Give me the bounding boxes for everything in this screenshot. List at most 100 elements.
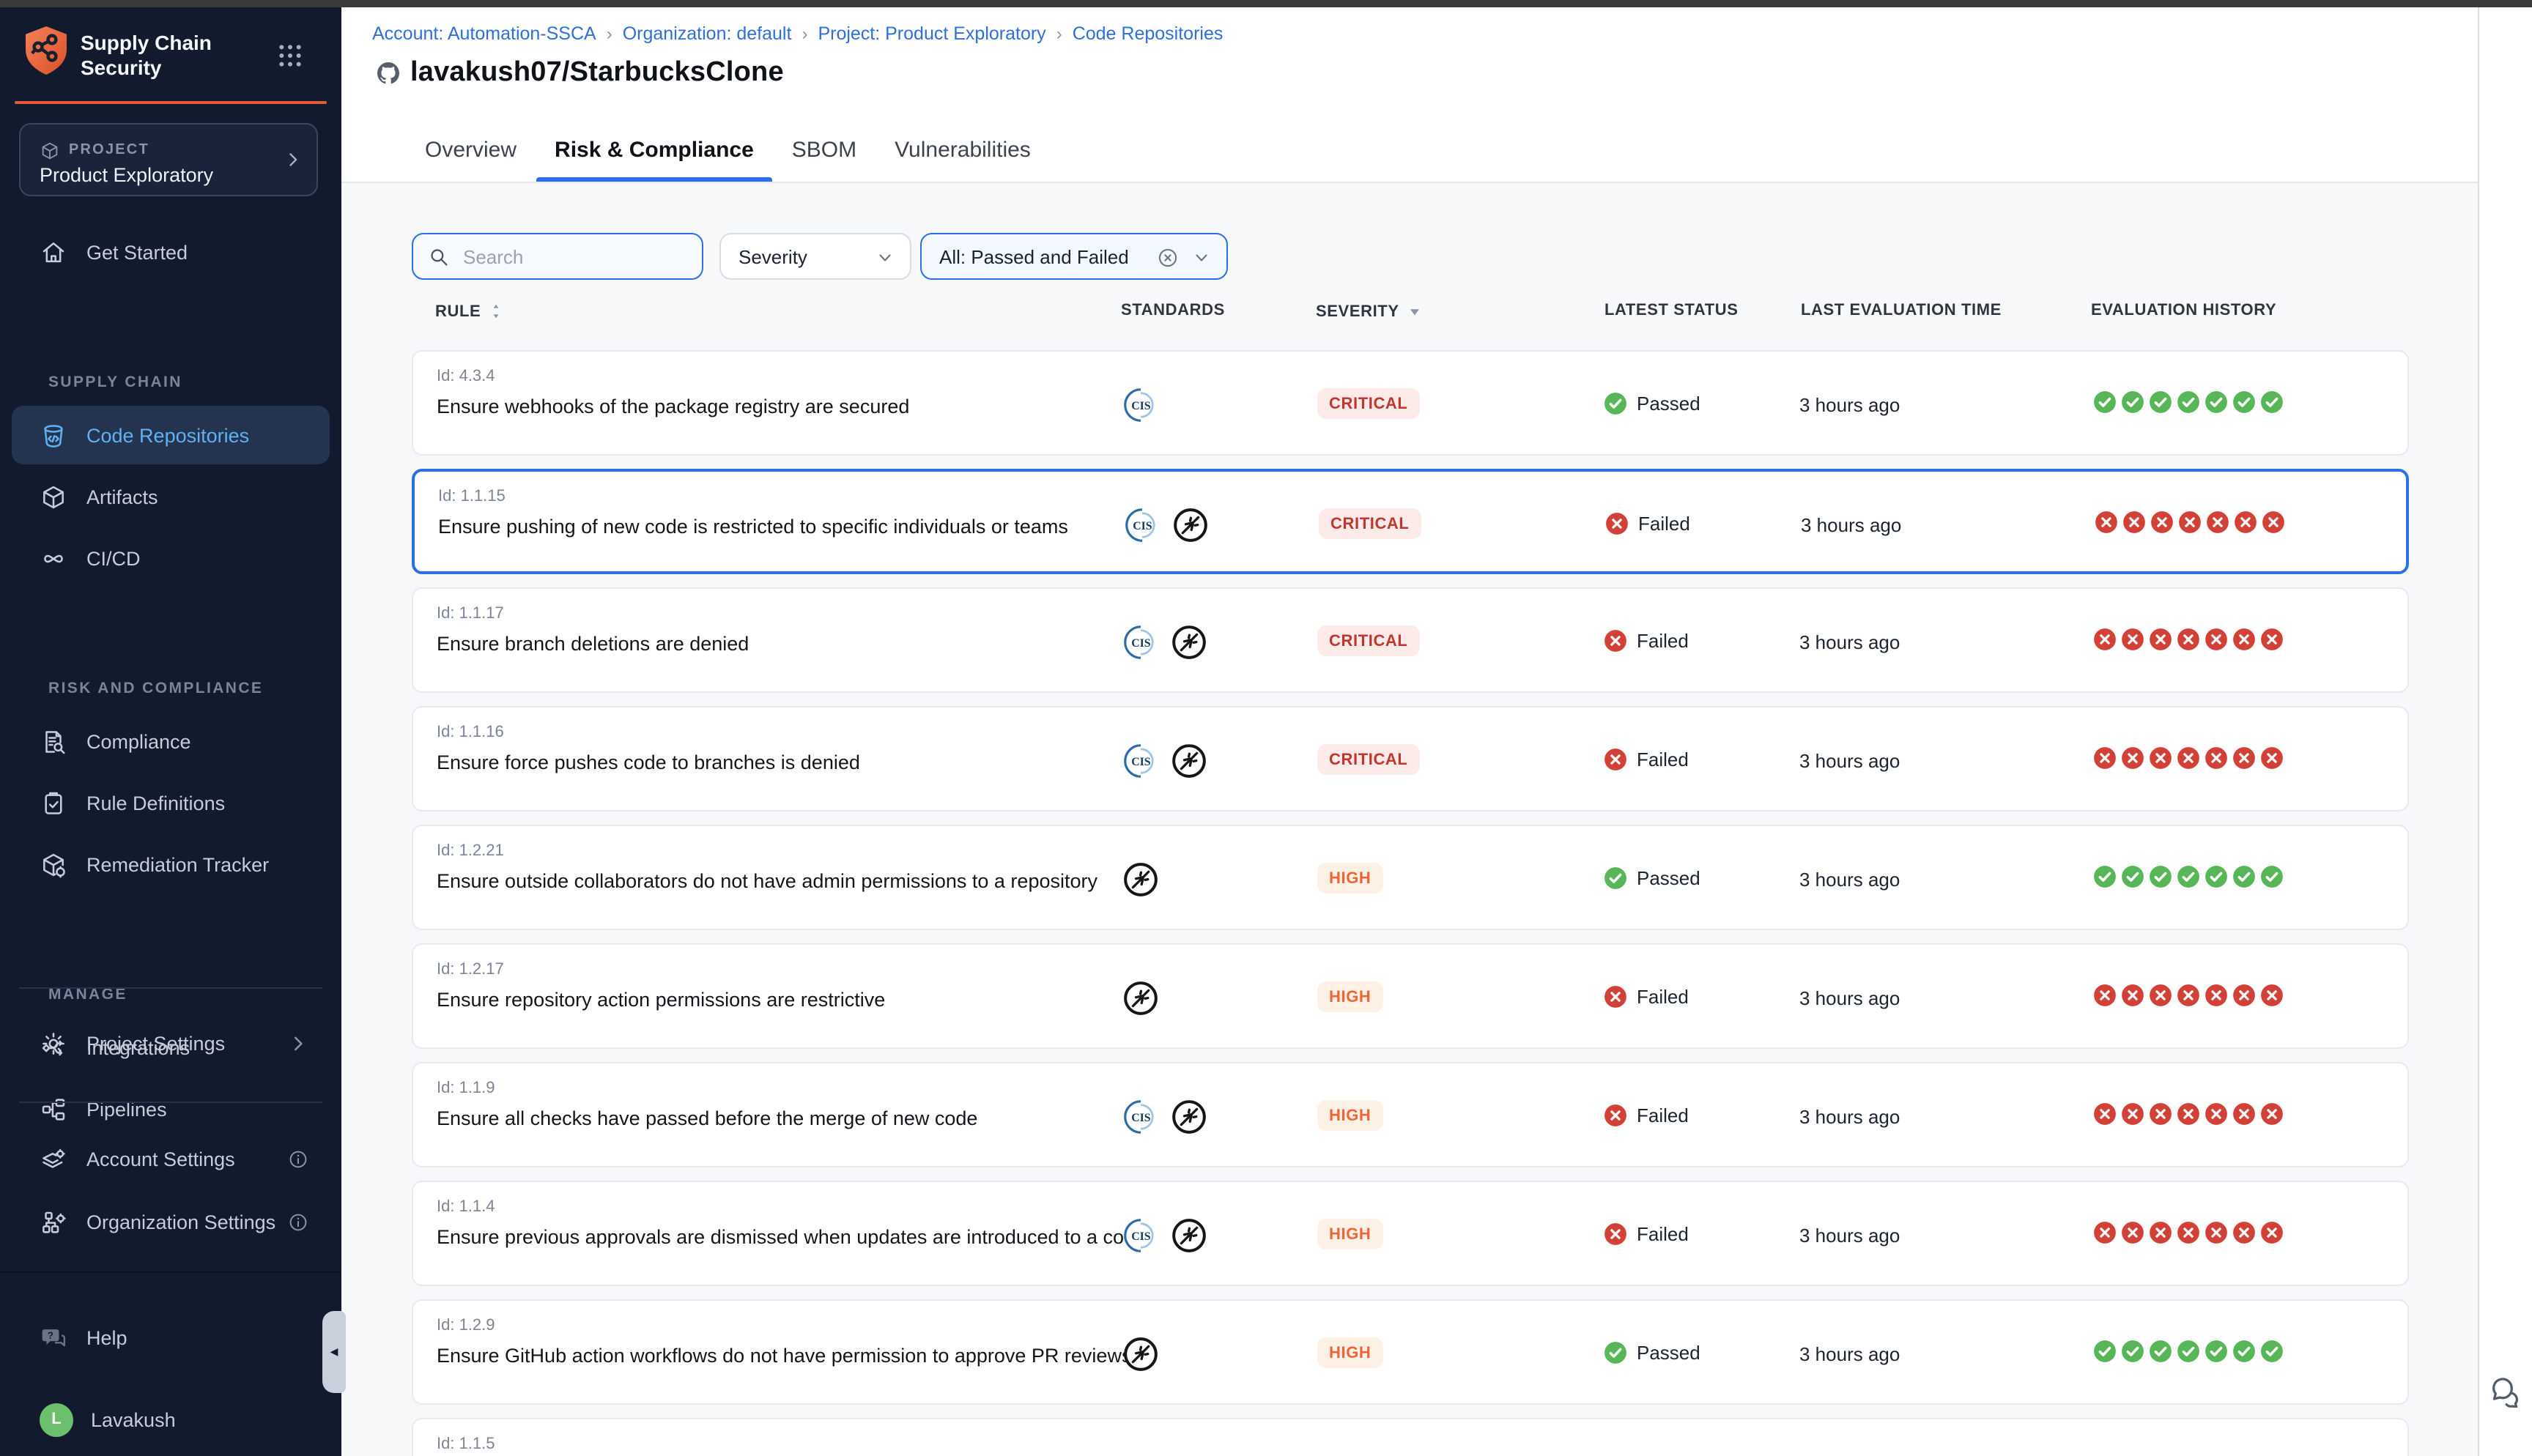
cis-standard-icon: CIS — [1122, 1217, 1159, 1253]
clear-filter-icon[interactable] — [1156, 246, 1180, 270]
table-row[interactable]: Id: 1.1.9Ensure all checks have passed b… — [412, 1062, 2409, 1167]
column-header-latest-status[interactable]: LATEST STATUS — [1604, 302, 1739, 319]
status-text: Passed — [1637, 867, 1700, 889]
table-row[interactable]: Id: 1.1.15Ensure pushing of new code is … — [412, 469, 2409, 574]
sidebar-item-rule-definitions[interactable]: Rule Definitions — [12, 773, 330, 832]
sidebar-item-project-settings[interactable]: Project Settings — [12, 1014, 330, 1072]
info-icon[interactable] — [287, 1211, 309, 1233]
sidebar-item-ci-cd[interactable]: CI/CD — [12, 529, 330, 587]
svg-text:CIS: CIS — [1133, 519, 1152, 532]
sort-desc-icon[interactable] — [1405, 302, 1424, 321]
sidebar-section-label: SUPPLY CHAIN — [48, 374, 182, 391]
project-selector[interactable]: PROJECT Product Exploratory — [19, 123, 318, 196]
evaluation-pass-icon — [2120, 864, 2145, 889]
tab-vulnerabilities[interactable]: Vulnerabilities — [876, 117, 1050, 182]
tab-risk-compliance[interactable]: Risk & Compliance — [536, 117, 773, 182]
table-row[interactable]: Id: 1.2.9Ensure GitHub action workflows … — [412, 1299, 2409, 1405]
evaluation-fail-icon — [2092, 627, 2117, 652]
sidebar-collapse-handle[interactable]: ◀ — [322, 1311, 346, 1393]
org-gear-icon — [40, 1208, 67, 1236]
table-header: RULE STANDARDS SEVERITY LATEST STATUS LAST E… — [412, 302, 2409, 325]
search-box[interactable] — [412, 233, 703, 280]
evaluation-pass-icon — [2148, 390, 2173, 415]
status-cell: Passed — [1603, 391, 1700, 416]
owasp-standard-icon — [1171, 1098, 1207, 1134]
tab-overview[interactable]: Overview — [406, 117, 536, 182]
sidebar-item-label: Project Settings — [86, 1032, 225, 1054]
table-row[interactable]: Id: 1.1.4Ensure previous approvals are d… — [412, 1181, 2409, 1286]
evaluation-fail-icon — [2148, 1102, 2173, 1126]
chat-support-icon[interactable] — [2488, 1374, 2522, 1408]
table-row[interactable]: Id: 4.3.4 Ensure webhooks of the package … — [412, 350, 2409, 456]
table-row[interactable]: Id: 1.2.21Ensure outside collaborators d… — [412, 825, 2409, 930]
rule-id: Id: 1.2.9 — [437, 1317, 495, 1334]
chevron-down-icon — [1193, 249, 1210, 267]
info-icon[interactable] — [287, 1148, 309, 1170]
breadcrumb-link[interactable]: Organization: default — [623, 23, 792, 44]
sidebar-item-user[interactable]: L Lavakush — [12, 1390, 330, 1449]
breadcrumb-link[interactable]: Account: Automation-SSCA — [372, 23, 596, 44]
column-header-standards[interactable]: STANDARDS — [1121, 302, 1225, 319]
severity-filter-dropdown[interactable]: Severity — [719, 233, 911, 280]
sidebar-item-organization-settings[interactable]: Organization Settings — [12, 1192, 330, 1251]
sidebar-divider — [19, 987, 322, 989]
rule-name: Ensure webhooks of the package registry … — [437, 395, 909, 417]
table-row[interactable]: Id: 1.2.17Ensure repository action permi… — [412, 943, 2409, 1049]
breadcrumb-link[interactable]: Project: Product Exploratory — [818, 23, 1045, 44]
sidebar-item-label: CI/CD — [86, 547, 141, 569]
rule-id: Id: 1.1.16 — [437, 724, 504, 741]
breadcrumb-separator: › — [607, 23, 612, 44]
column-header-severity[interactable]: SEVERITY — [1316, 302, 1424, 321]
sidebar-item-help[interactable]: ? Help — [12, 1308, 330, 1367]
cis-standard-icon: CIS — [1122, 1098, 1159, 1134]
tab-bar: OverviewRisk & ComplianceSBOMVulnerabili… — [406, 117, 1050, 182]
sidebar-item-artifacts[interactable]: Artifacts — [12, 467, 330, 526]
evaluation-fail-icon — [2120, 627, 2145, 652]
evaluation-fail-icon — [2148, 627, 2173, 652]
cis-standard-icon: CIS — [1122, 386, 1159, 423]
project-cube-icon — [40, 141, 60, 161]
evaluation-pass-icon — [2259, 864, 2284, 889]
search-input[interactable] — [460, 244, 671, 269]
evaluation-fail-icon — [2148, 746, 2173, 770]
table-row[interactable]: Id: 1.1.16Ensure force pushes code to br… — [412, 706, 2409, 811]
severity-badge: HIGH — [1317, 1219, 1382, 1249]
pipelines-icon — [40, 1095, 67, 1123]
evaluation-fail-icon — [2120, 1102, 2145, 1126]
column-header-evaluation-history[interactable]: EVALUATION HISTORY — [2091, 302, 2276, 319]
sidebar-item-account-settings[interactable]: Account Settings — [12, 1129, 330, 1188]
severity-badge: CRITICAL — [1317, 625, 1419, 656]
app-grid-icon[interactable] — [275, 41, 305, 70]
sidebar-item-remediation-tracker[interactable]: Remediation Tracker — [12, 835, 330, 894]
avatar: L — [40, 1403, 73, 1436]
sort-icon[interactable] — [486, 302, 506, 321]
sidebar-item-code-repositories[interactable]: Code Repositories — [12, 406, 330, 464]
evaluation-history — [2092, 1220, 2287, 1245]
status-text: Failed — [1638, 513, 1690, 535]
evaluation-pass-icon — [2204, 1339, 2229, 1364]
sidebar-section-label: RISK AND COMPLIANCE — [48, 680, 263, 697]
breadcrumb: Account: Automation-SSCA › Organization: d… — [372, 23, 1223, 44]
breadcrumb-link[interactable]: Code Repositories — [1073, 23, 1224, 44]
evaluation-fail-icon — [2177, 510, 2202, 535]
evaluation-fail-icon — [2204, 746, 2229, 770]
status-cell: Failed — [1603, 984, 1689, 1009]
table-row[interactable]: Id: 1.1.17Ensure branch deletions are de… — [412, 587, 2409, 693]
evaluation-fail-icon — [2204, 983, 2229, 1008]
app-logo-shield-icon — [22, 25, 70, 81]
column-header-rule[interactable]: RULE — [435, 302, 506, 321]
sidebar-item-compliance[interactable]: Compliance — [12, 712, 330, 770]
owasp-standard-icon — [1122, 1335, 1159, 1372]
rule-id: Id: 4.3.4 — [437, 368, 495, 385]
table-row[interactable]: Id: 1.1.5CISHIGHFailed3 hours ago — [412, 1418, 2409, 1456]
logo-row: Supply Chain Security — [0, 7, 341, 104]
column-header-last-evaluation-time[interactable]: LAST EVALUATION TIME — [1801, 302, 2002, 319]
breadcrumb-separator: › — [1056, 23, 1062, 44]
sidebar: Supply Chain Security PROJECT Product Ex… — [0, 0, 341, 1456]
standards-cell: CIS — [1122, 385, 1171, 423]
sidebar-item-get-started[interactable]: Get Started — [12, 223, 330, 281]
tab-sbom[interactable]: SBOM — [773, 117, 876, 182]
status-filter-dropdown[interactable]: All: Passed and Failed — [920, 233, 1228, 280]
evaluation-fail-icon — [2205, 510, 2230, 535]
severity-badge: HIGH — [1317, 1337, 1382, 1368]
